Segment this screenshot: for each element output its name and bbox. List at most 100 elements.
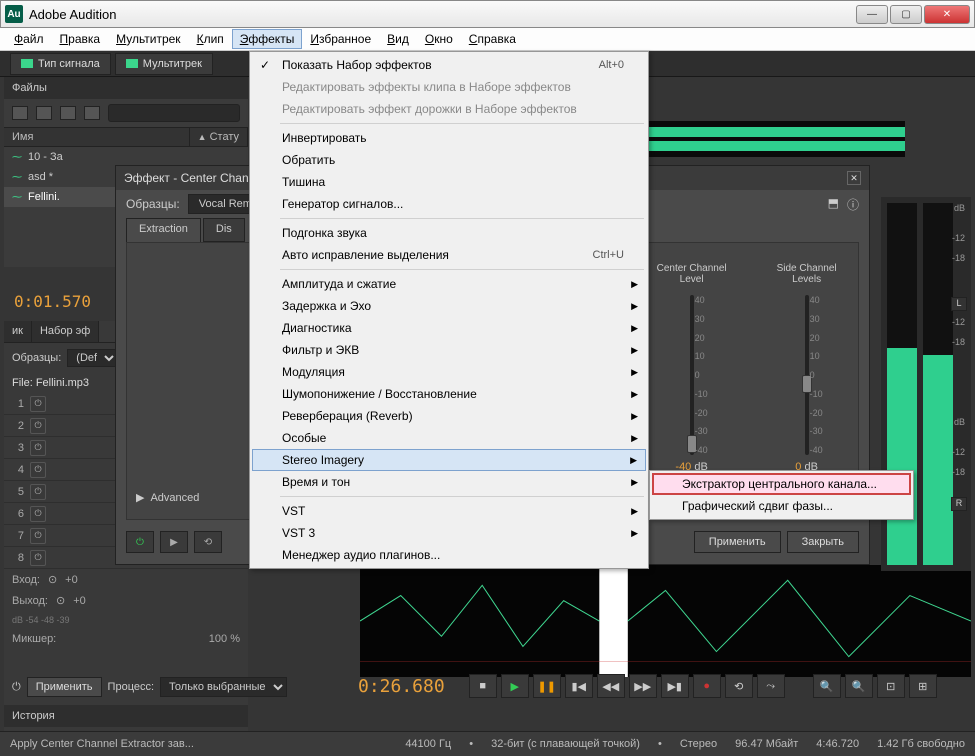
rewind-button[interactable]: ◀◀: [597, 674, 625, 698]
zoom-out-button[interactable]: 🔍: [845, 674, 873, 698]
close-button[interactable]: ✕: [924, 5, 970, 24]
playhead-time: 0:26.680: [358, 676, 445, 697]
tab-waveform[interactable]: Тип сигнала: [10, 53, 111, 75]
fx-close-button[interactable]: Закрыть: [787, 531, 859, 553]
maximize-button[interactable]: ▢: [890, 5, 922, 24]
center-level-slider[interactable]: Center Channel Level 403020100-10-20-30-…: [648, 263, 735, 499]
menu-window[interactable]: Окно: [417, 29, 461, 49]
rack-tab[interactable]: ик: [4, 321, 32, 342]
files-columns: Имя ▲ Стату: [4, 127, 248, 147]
prev-button[interactable]: ▮◀: [565, 674, 593, 698]
power-icon[interactable]: ⏻: [30, 528, 46, 544]
menu-view[interactable]: Вид: [379, 29, 417, 49]
slider-caption: Side Channel Levels: [765, 263, 848, 289]
menu-item-vst[interactable]: VST▶: [252, 500, 646, 522]
file-row[interactable]: ⁓10 - За: [4, 147, 248, 167]
menu-item-diagnostics[interactable]: Диагностика▶: [252, 317, 646, 339]
menu-item-reverb[interactable]: Реверберация (Reverb)▶: [252, 405, 646, 427]
fx-loop-button[interactable]: ⟲: [194, 531, 222, 553]
menu-item-filter[interactable]: Фильтр и ЭКВ▶: [252, 339, 646, 361]
power-icon[interactable]: ⏻: [30, 418, 46, 434]
rack-tab[interactable]: Набор эф: [32, 321, 99, 342]
play-button[interactable]: ▶: [501, 674, 529, 698]
menu-item-special[interactable]: Особые▶: [252, 427, 646, 449]
dialog-close-icon[interactable]: ✕: [847, 171, 861, 185]
zoom-sel-button[interactable]: ⊞: [909, 674, 937, 698]
menu-favorites[interactable]: Избранное: [302, 29, 379, 49]
power-icon[interactable]: ⏻: [30, 484, 46, 500]
submenu-item-extractor[interactable]: Экстрактор центрального канала...: [652, 473, 911, 495]
fx-tab-extraction[interactable]: Extraction: [126, 218, 201, 242]
menu-effects[interactable]: Эффекты: [232, 29, 303, 49]
preset-save-icon[interactable]: ⬒: [828, 196, 839, 213]
menu-item-reverse[interactable]: Обратить: [252, 149, 646, 171]
minimize-button[interactable]: —: [856, 5, 888, 24]
selection-time: 0:01.570: [14, 292, 91, 311]
stop-button[interactable]: ■: [469, 674, 497, 698]
rack-power-icon[interactable]: ⏻: [12, 681, 21, 694]
new-icon[interactable]: [60, 106, 76, 120]
menu-file[interactable]: Файл: [6, 29, 52, 49]
menu-item-generate[interactable]: Генератор сигналов...: [252, 193, 646, 215]
files-panel-title: Файлы: [4, 77, 248, 99]
skip-button[interactable]: ⤳: [757, 674, 785, 698]
help-icon[interactable]: ⓘ: [847, 196, 859, 213]
menu-item-invert[interactable]: Инвертировать: [252, 127, 646, 149]
effect-dialog-title: Эффект - Center Chann: [124, 171, 255, 185]
files-search[interactable]: [108, 104, 240, 122]
fx-preset-label: Образцы:: [126, 197, 180, 211]
menu-item-modulation[interactable]: Модуляция▶: [252, 361, 646, 383]
menu-help[interactable]: Справка: [461, 29, 524, 49]
menu-item-amplitude[interactable]: Амплитуда и сжатие▶: [252, 273, 646, 295]
advanced-toggle[interactable]: ▶Advanced: [136, 491, 199, 504]
rack-apply-button[interactable]: Применить: [27, 677, 102, 697]
menu-item-plugin-mgr[interactable]: Менеджер аудио плагинов...: [252, 544, 646, 566]
zoom-in-button[interactable]: 🔍: [813, 674, 841, 698]
power-icon[interactable]: ⏻: [30, 396, 46, 412]
loop-button[interactable]: ⟲: [725, 674, 753, 698]
menu-item-stereo-imagery[interactable]: Stereo Imagery▶: [252, 449, 646, 471]
menu-item-heal[interactable]: Авто исправление выделенияCtrl+U: [252, 244, 646, 266]
submenu-item-phase[interactable]: Графический сдвиг фазы...: [652, 495, 911, 517]
menu-clip[interactable]: Клип: [189, 29, 232, 49]
menu-item-fit[interactable]: Подгонка звука: [252, 222, 646, 244]
forward-button[interactable]: ▶▶: [629, 674, 657, 698]
tab-multitrack[interactable]: Мультитрек: [115, 53, 213, 75]
menu-edit[interactable]: Правка: [52, 29, 109, 49]
main-waveform[interactable]: [360, 565, 971, 675]
status-duration: 4:46.720: [816, 738, 859, 750]
menu-item-noise[interactable]: Шумопонижение / Восстановление▶: [252, 383, 646, 405]
tab-waveform-label: Тип сигнала: [38, 58, 100, 70]
menu-item-time[interactable]: Время и тон▶: [252, 471, 646, 493]
tab-multitrack-label: Мультитрек: [143, 58, 202, 70]
menu-multitrack[interactable]: Мультитрек: [108, 29, 189, 49]
power-icon[interactable]: ⏻: [30, 550, 46, 566]
open-icon[interactable]: [12, 106, 28, 120]
menu-item-silence[interactable]: Тишина: [252, 171, 646, 193]
preset-select[interactable]: (Def: [67, 349, 118, 367]
wave-icon: ⁓: [12, 152, 22, 163]
power-icon[interactable]: ⏻: [30, 440, 46, 456]
import-icon[interactable]: [36, 106, 52, 120]
history-panel[interactable]: История: [4, 705, 248, 727]
power-icon[interactable]: ⏻: [30, 462, 46, 478]
next-button[interactable]: ▶▮: [661, 674, 689, 698]
fx-power-button[interactable]: ⏻: [126, 531, 154, 553]
process-select[interactable]: Только выбранные: [160, 677, 287, 697]
fx-apply-button[interactable]: Применить: [694, 531, 781, 553]
side-level-slider[interactable]: Side Channel Levels 403020100-10-20-30-4…: [765, 263, 848, 499]
pause-button[interactable]: ❚❚: [533, 674, 561, 698]
power-icon[interactable]: ⏻: [30, 506, 46, 522]
record-button[interactable]: ●: [693, 674, 721, 698]
overview-waveform[interactable]: [625, 121, 905, 157]
zoom-fit-button[interactable]: ⊡: [877, 674, 905, 698]
delete-icon[interactable]: [84, 106, 100, 120]
fx-tab-disc[interactable]: Dis: [203, 218, 245, 242]
menu-item-delay[interactable]: Задержка и Эхо▶: [252, 295, 646, 317]
col-name[interactable]: Имя: [4, 128, 190, 146]
fx-preview-button[interactable]: ▶: [160, 531, 188, 553]
menu-item-vst3[interactable]: VST 3▶: [252, 522, 646, 544]
col-status[interactable]: ▲ Стату: [190, 128, 248, 146]
menu-item-show-rack[interactable]: ✓Показать Набор эффектовAlt+0: [252, 54, 646, 76]
files-toolbar: [4, 99, 248, 127]
